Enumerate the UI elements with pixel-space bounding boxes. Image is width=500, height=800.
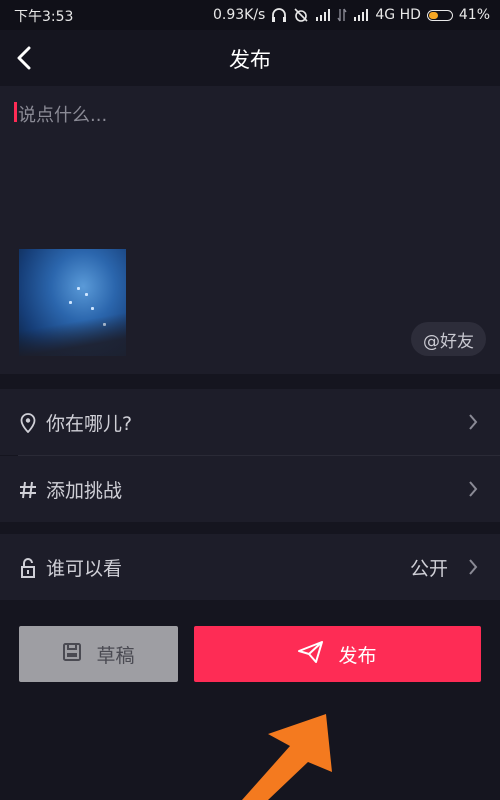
visibility-value: 公开: [409, 558, 448, 580]
battery-icon: [426, 9, 453, 21]
location-pin-icon: [17, 412, 39, 434]
video-thumbnail[interactable]: [19, 249, 126, 356]
annotation-arrow-icon: [242, 714, 332, 800]
headphones-icon: [271, 8, 287, 22]
status-time: 下午3:53: [14, 9, 74, 25]
visibility-label: 谁可以看: [46, 558, 123, 580]
top-bar: 发布: [0, 30, 500, 86]
caption-input[interactable]: 说点什么...: [18, 101, 107, 127]
signal-icon: [315, 9, 331, 21]
challenge-row[interactable]: 添加挑战: [0, 456, 500, 522]
text-cursor: [14, 102, 17, 122]
status-indicators: 0.93K/s 4G HD 41%: [213, 5, 490, 25]
chevron-right-icon: [466, 478, 480, 500]
mention-friends-button[interactable]: @好友: [411, 322, 486, 356]
send-icon: [298, 640, 324, 668]
lock-open-icon: [17, 557, 39, 579]
location-row[interactable]: 你在哪儿?: [0, 389, 500, 455]
network-type: 4G HD: [375, 7, 421, 23]
status-bar: 下午3:53 0.93K/s 4G HD 41%: [0, 0, 500, 30]
hashtag-icon: [17, 479, 39, 501]
compose-area: 说点什么... @好友: [0, 86, 500, 374]
publish-button[interactable]: 发布: [194, 626, 481, 682]
signal-icon-2: [353, 9, 369, 21]
challenge-label: 添加挑战: [46, 480, 123, 502]
draft-button[interactable]: 草稿: [19, 626, 178, 682]
location-label: 你在哪儿?: [46, 413, 133, 435]
page-title: 发布: [229, 48, 271, 72]
draft-label: 草稿: [96, 644, 135, 667]
publish-label: 发布: [338, 644, 377, 667]
alarm-off-icon: [293, 7, 309, 23]
network-speed: 0.93K/s: [212, 7, 266, 23]
chevron-right-icon: [466, 411, 480, 433]
save-icon: [62, 642, 82, 667]
chevron-right-icon: [466, 556, 480, 578]
data-transfer-icon: [337, 8, 347, 22]
battery-percent: 41%: [458, 7, 490, 23]
visibility-row[interactable]: 谁可以看 公开: [0, 534, 500, 600]
